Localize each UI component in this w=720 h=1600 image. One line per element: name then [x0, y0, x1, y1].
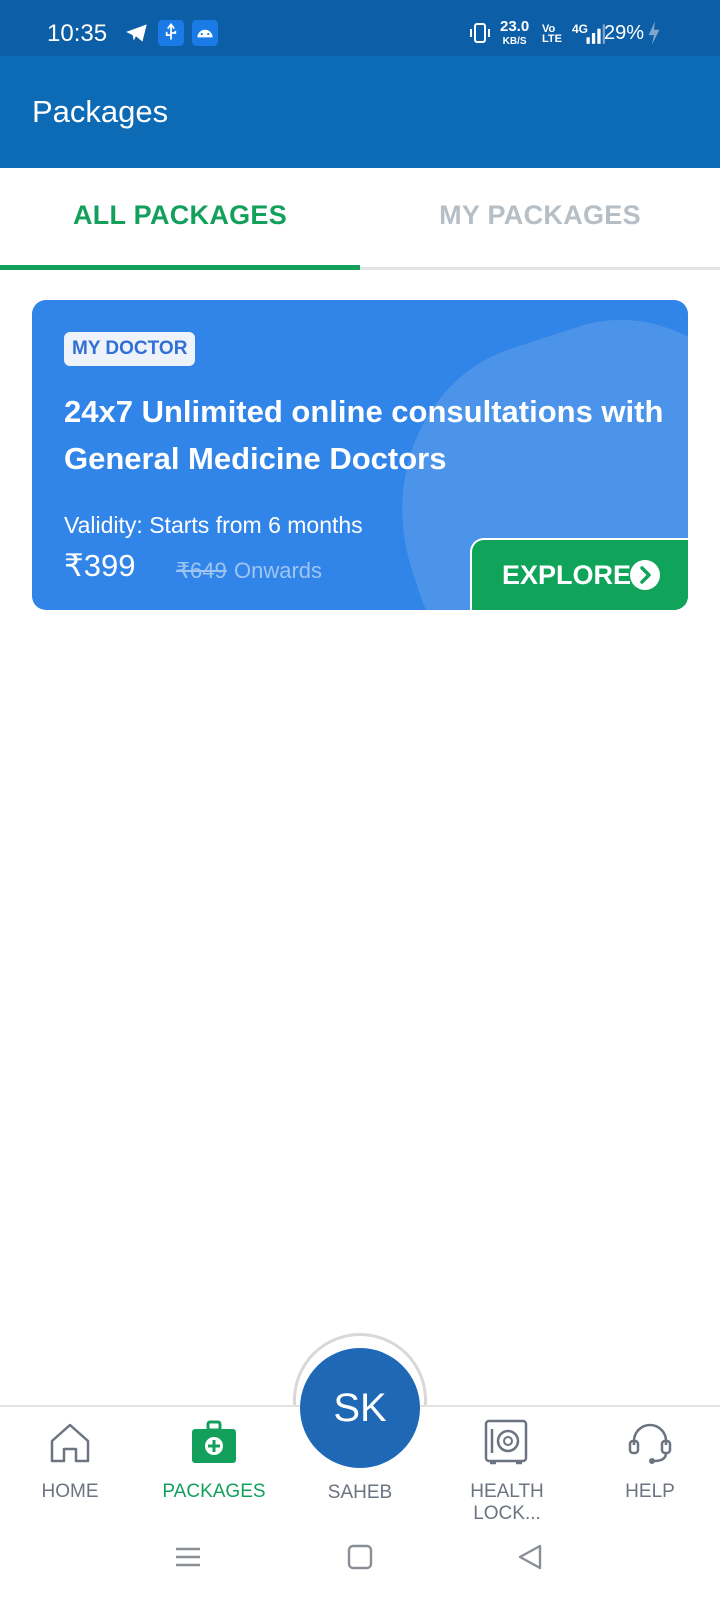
explore-label: EXPLORE [502, 560, 632, 590]
tab-my-packages[interactable]: MY PACKAGES [360, 200, 720, 231]
package-title: 24x7 Unlimited online consultations with… [64, 394, 664, 476]
nav-help-label: HELP [625, 1481, 675, 1502]
home-square-icon[interactable] [346, 1543, 374, 1571]
page-title: Packages [32, 94, 169, 129]
package-card[interactable]: MY DOCTOR 24x7 Unlimited online consulta… [32, 300, 688, 610]
support-icon [628, 1423, 672, 1464]
telegram-icon [126, 24, 147, 42]
tab-bar: ALL PACKAGES MY PACKAGES [0, 168, 720, 270]
nav-home-label: HOME [41, 1481, 99, 1502]
back-triangle-icon[interactable] [516, 1543, 544, 1571]
app-bar: Packages [0, 56, 720, 168]
nav-packages-label: PACKAGES [162, 1481, 266, 1502]
system-navigation-bar [0, 1525, 720, 1600]
volte-icon: Vo LTE [542, 23, 562, 45]
nav-health-locker-label: HEALTH LOCK... [470, 1481, 544, 1524]
package-price-suffix: Onwards [234, 558, 323, 583]
active-tab-indicator [0, 265, 360, 270]
home-icon [50, 1423, 90, 1463]
data-speed: 23.0 KB/S [500, 18, 530, 47]
menu-icon[interactable] [174, 1543, 202, 1571]
package-price: ₹399 [64, 548, 136, 583]
vibrate-icon [470, 23, 490, 43]
package-tag: MY DOCTOR [64, 332, 196, 366]
usb-icon [158, 20, 184, 46]
package-validity: Validity: Starts from 6 months [64, 512, 363, 538]
battery-percent: 29% [603, 22, 644, 44]
battery-charging-icon [648, 21, 660, 45]
android-icon [192, 20, 218, 46]
profile-label: SAHEB [327, 1482, 393, 1503]
medical-bag-icon [192, 1420, 236, 1463]
status-time: 10:35 [47, 20, 108, 47]
locker-icon [484, 1419, 528, 1465]
explore-button[interactable]: EXPLORE [470, 538, 688, 610]
tab-all-packages[interactable]: ALL PACKAGES [0, 200, 360, 231]
package-old-price: ₹649 [176, 558, 227, 583]
chevron-right-icon [630, 560, 660, 590]
signal-icon [586, 24, 605, 44]
status-bar: 10:35 23.0 KB/S Vo LTE 4G 29% [0, 0, 720, 56]
profile-avatar-button[interactable]: SK [300, 1348, 420, 1468]
